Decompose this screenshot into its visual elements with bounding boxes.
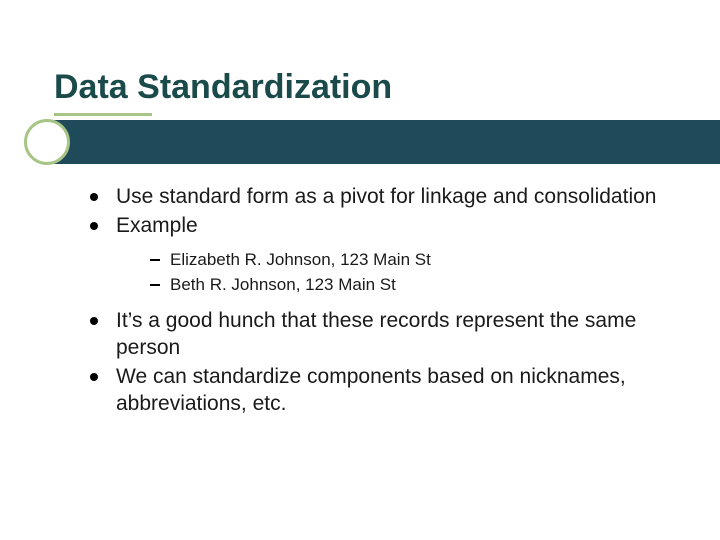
- sub-bullet-text: Beth R. Johnson, 123 Main St: [170, 275, 396, 294]
- bullet-text: Example: [116, 214, 198, 237]
- bullet-list: Use standard form as a pivot for linkage…: [82, 184, 664, 418]
- bullet-item: We can standardize components based on n…: [82, 364, 664, 418]
- header-bar: [50, 120, 720, 164]
- sub-bullet-text: Elizabeth R. Johnson, 123 Main St: [170, 250, 431, 269]
- title-area: Data Standardization: [54, 68, 680, 116]
- bullet-text: Use standard form as a pivot for linkage…: [116, 185, 656, 208]
- sub-bullet-list: Elizabeth R. Johnson, 123 Main St Beth R…: [116, 248, 664, 298]
- bullet-text: We can standardize components based on n…: [116, 365, 626, 415]
- slide-title: Data Standardization: [54, 68, 680, 107]
- bullet-item: Use standard form as a pivot for linkage…: [82, 184, 664, 211]
- bullet-item: Example Elizabeth R. Johnson, 123 Main S…: [82, 213, 664, 298]
- sub-bullet-item: Elizabeth R. Johnson, 123 Main St: [146, 248, 664, 273]
- sub-bullet-item: Beth R. Johnson, 123 Main St: [146, 273, 664, 298]
- bullet-text: It’s a good hunch that these records rep…: [116, 309, 636, 359]
- bullet-item: It’s a good hunch that these records rep…: [82, 308, 664, 362]
- body-content: Use standard form as a pivot for linkage…: [82, 184, 664, 420]
- accent-underline: [54, 113, 152, 116]
- slide: Data Standardization Use standard form a…: [0, 0, 720, 540]
